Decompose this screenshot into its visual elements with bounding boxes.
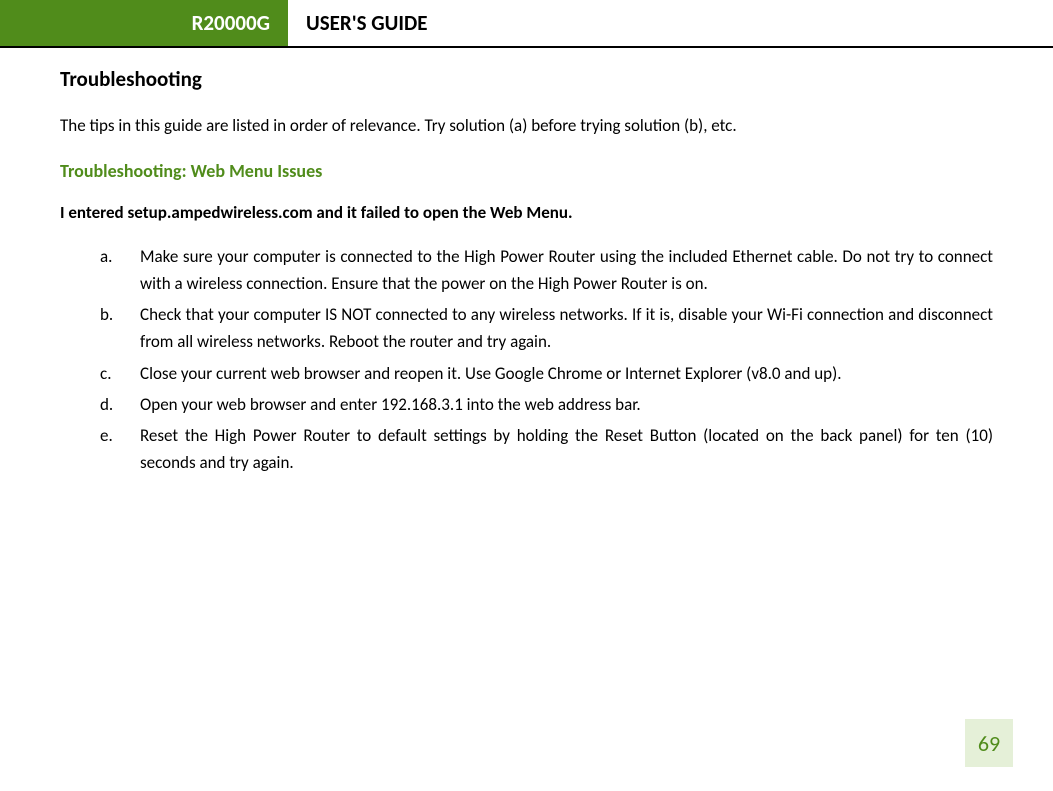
list-item: c. Close your current web browser and re… (100, 360, 993, 387)
page-number: 69 (965, 719, 1013, 767)
list-marker: e. (100, 422, 140, 476)
question-text: I entered setup.ampedwireless.com and it… (60, 202, 993, 223)
list-text: Check that your computer IS NOT connecte… (140, 301, 993, 355)
list-marker: a. (100, 243, 140, 297)
list-item: b. Check that your computer IS NOT conne… (100, 301, 993, 355)
document-content: Troubleshooting The tips in this guide a… (0, 66, 1053, 476)
list-marker: b. (100, 301, 140, 355)
troubleshooting-list: a. Make sure your computer is connected … (60, 243, 993, 477)
document-header: R20000G USER'S GUIDE (0, 0, 1053, 48)
section-title: Troubleshooting (60, 66, 993, 92)
list-text: Make sure your computer is connected to … (140, 243, 993, 297)
list-text: Open your web browser and enter 192.168.… (140, 391, 993, 418)
intro-paragraph: The tips in this guide are listed in ord… (60, 114, 993, 138)
list-marker: c. (100, 360, 140, 387)
header-model-text: R20000G (192, 10, 270, 36)
page-number-text: 69 (978, 730, 1000, 757)
header-title: USER'S GUIDE (288, 0, 1053, 46)
header-guide-label: USER'S GUIDE (306, 10, 427, 36)
list-text: Reset the High Power Router to default s… (140, 422, 993, 476)
list-item: a. Make sure your computer is connected … (100, 243, 993, 297)
header-model-badge: R20000G (0, 0, 288, 46)
subheading: Troubleshooting: Web Menu Issues (60, 160, 993, 182)
list-text: Close your current web browser and reope… (140, 360, 993, 387)
list-item: e. Reset the High Power Router to defaul… (100, 422, 993, 476)
list-marker: d. (100, 391, 140, 418)
list-item: d. Open your web browser and enter 192.1… (100, 391, 993, 418)
